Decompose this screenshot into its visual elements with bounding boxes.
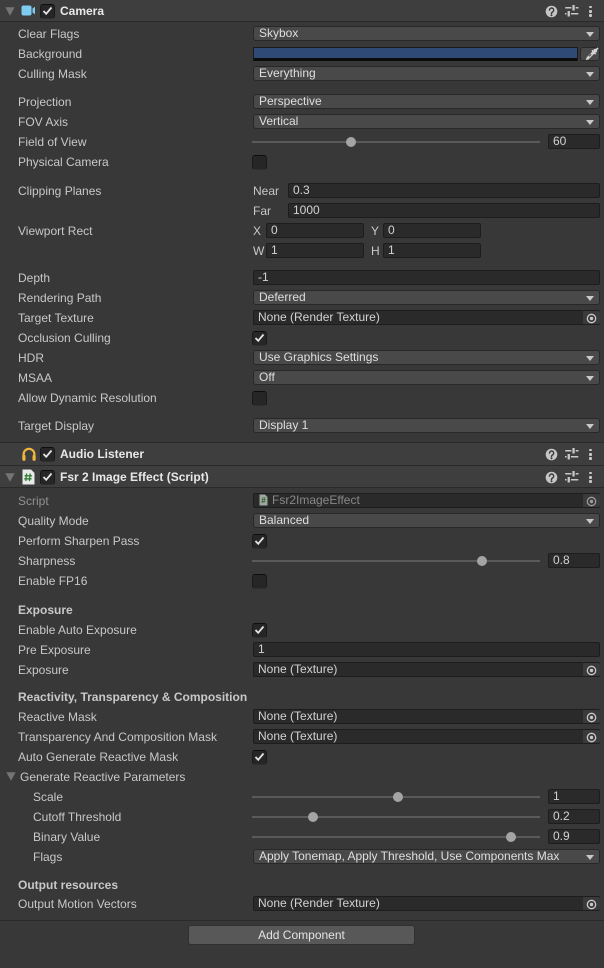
svg-text:#: # xyxy=(261,496,266,505)
